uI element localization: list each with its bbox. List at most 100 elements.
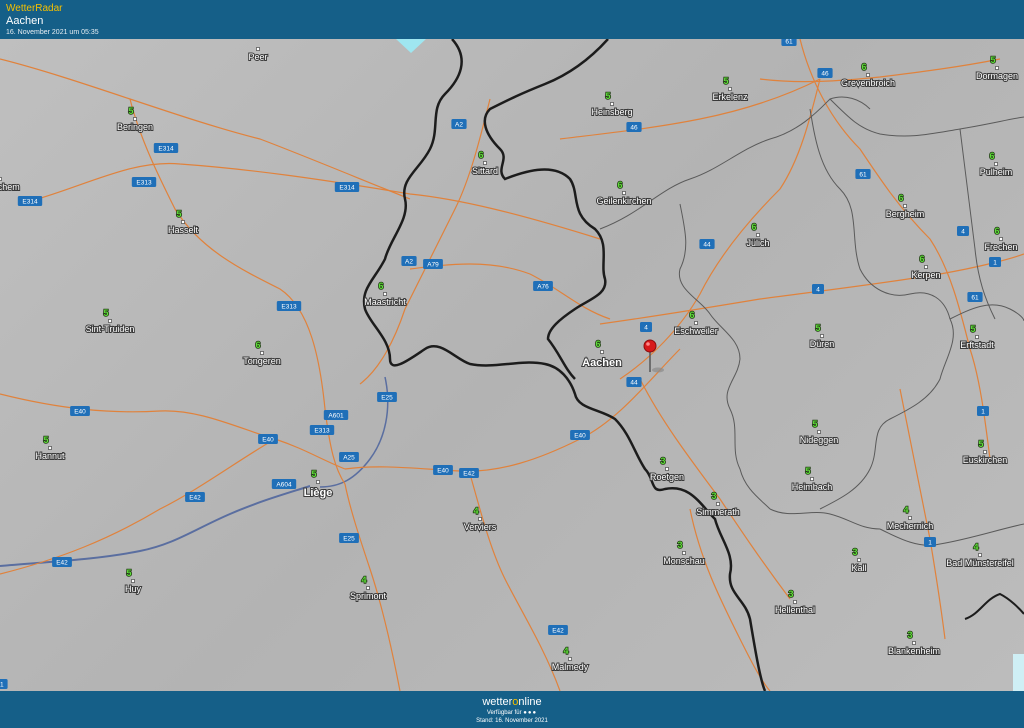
road-label: 46 bbox=[821, 71, 829, 78]
road-badge: E25 bbox=[377, 392, 397, 402]
city-label: Mechernich bbox=[887, 521, 934, 531]
city-dot bbox=[978, 553, 982, 557]
city-marker[interactable]: Maastricht 6 bbox=[363, 280, 407, 308]
city-label: Heinsberg bbox=[591, 107, 632, 117]
city-label: Geilenkirchen bbox=[596, 196, 651, 206]
city-marker[interactable]: Geilenkirchen 6 bbox=[595, 179, 652, 207]
road-label: E40 bbox=[574, 433, 586, 440]
city-dot bbox=[820, 334, 824, 338]
road-label: A76 bbox=[537, 284, 549, 291]
city-marker[interactable]: Sprimont 4 bbox=[349, 574, 388, 602]
city-marker[interactable]: Düren 5 bbox=[809, 322, 836, 350]
rain-value: 6 bbox=[919, 254, 924, 264]
city-dot bbox=[610, 102, 614, 106]
pin-head bbox=[643, 339, 657, 353]
city-marker[interactable]: Aachen 6 bbox=[581, 338, 623, 370]
city-marker[interactable]: Frechen 6 bbox=[983, 225, 1018, 253]
rain-value: 5 bbox=[103, 308, 108, 318]
road-badge: 44 bbox=[699, 239, 715, 249]
road-label: 61 bbox=[971, 295, 979, 302]
city-marker[interactable]: Heimbach 5 bbox=[791, 465, 834, 493]
city-marker[interactable]: Erftstadt 5 bbox=[959, 323, 995, 351]
rain-value: 3 bbox=[711, 491, 716, 501]
city-marker[interactable]: Heinsberg 5 bbox=[590, 90, 633, 118]
city-marker[interactable]: Pulheim 6 bbox=[979, 150, 1014, 178]
city-marker[interactable]: Euskirchen 5 bbox=[962, 438, 1009, 466]
road-badge: 61 bbox=[781, 39, 797, 46]
availability-line: Verfügbar für ●●● bbox=[0, 709, 1024, 717]
city-marker[interactable]: Beringen 5 bbox=[116, 105, 154, 133]
rain-value: 6 bbox=[994, 226, 999, 236]
rain-value: 5 bbox=[815, 323, 820, 333]
city-dot bbox=[793, 600, 797, 604]
city-marker[interactable]: Erkelenz 5 bbox=[711, 75, 749, 103]
city-marker[interactable]: el-Zichem5 bbox=[0, 166, 21, 193]
road-badge: E42 bbox=[459, 468, 479, 478]
rain-value: 4 bbox=[473, 506, 478, 516]
stand-date: Stand: 16. November 2021 bbox=[476, 718, 548, 724]
road-badge: E42 bbox=[52, 557, 72, 567]
rain-value: 4 bbox=[361, 575, 366, 585]
city-marker[interactable]: Dormagen 5 bbox=[975, 54, 1019, 82]
rain-value: 6 bbox=[861, 62, 866, 72]
city-label: Düren bbox=[810, 339, 835, 349]
road-label: 4 bbox=[961, 229, 965, 236]
city-marker[interactable]: Grevenbroich 6 bbox=[840, 61, 896, 89]
rain-value: 5 bbox=[805, 466, 810, 476]
road-badge: 46 bbox=[817, 68, 833, 78]
road-badge: 61 bbox=[0, 679, 8, 689]
city-dot bbox=[181, 220, 185, 224]
city-marker[interactable]: Hannut 5 bbox=[34, 434, 66, 462]
road-badge: E40 bbox=[570, 430, 590, 440]
road-badge: E313 bbox=[276, 301, 302, 311]
road-badge: E314 bbox=[153, 143, 179, 153]
border-nl-de bbox=[483, 39, 609, 380]
radar-map[interactable]: E314 E313 E314 E314 E313 E40 E40 E42 E42 A604 A601… bbox=[0, 39, 1024, 691]
city-marker[interactable]: Sint-Truiden 5 bbox=[85, 307, 136, 335]
city-marker[interactable]: Peer bbox=[247, 47, 269, 63]
city-marker[interactable]: Malmedy 4 bbox=[551, 645, 590, 673]
city-dot bbox=[600, 350, 604, 354]
rain-value: 5 bbox=[605, 91, 610, 101]
rain-value: 3 bbox=[907, 630, 912, 640]
city-marker[interactable]: Jülich 6 bbox=[745, 221, 770, 249]
city-marker[interactable]: Huy 5 bbox=[124, 567, 143, 595]
city-marker[interactable]: Kall 3 bbox=[850, 546, 867, 574]
road-badge: E25 bbox=[339, 533, 359, 543]
city-dot bbox=[133, 117, 137, 121]
road-label: E25 bbox=[343, 536, 355, 543]
city-dot bbox=[131, 579, 135, 583]
rain-value: 6 bbox=[751, 222, 756, 232]
city-dot bbox=[728, 87, 732, 91]
rain-value: 6 bbox=[617, 180, 622, 190]
road-label: E314 bbox=[339, 185, 355, 192]
city-label: Erftstadt bbox=[960, 340, 994, 350]
rain-value: 5 bbox=[311, 469, 316, 479]
city-marker[interactable]: Hellenthal 3 bbox=[774, 588, 816, 616]
city-marker[interactable]: Bad Münstereifel 4 bbox=[945, 541, 1015, 569]
road-badge: A2 bbox=[401, 256, 417, 266]
city-marker[interactable]: Nideggen 5 bbox=[799, 418, 840, 446]
city-marker[interactable]: Bergheim 6 bbox=[885, 192, 926, 220]
city-dot bbox=[975, 335, 979, 339]
city-label: Hellenthal bbox=[775, 605, 815, 615]
rain-value: 6 bbox=[255, 340, 260, 350]
road-label: E42 bbox=[463, 471, 475, 478]
city-marker[interactable]: Roetgen 3 bbox=[649, 455, 685, 483]
road-network bbox=[0, 39, 1024, 691]
city-marker[interactable]: Hasselt 5 bbox=[167, 208, 200, 236]
city-marker[interactable]: Kerpen 6 bbox=[910, 253, 941, 281]
city-dot bbox=[478, 517, 482, 521]
wetteronline-logo[interactable]: wetteronline bbox=[0, 691, 1024, 709]
map-canvas: E314 E313 E314 E314 E313 E40 E40 E42 E42 A604 A601… bbox=[0, 39, 1024, 691]
road-label: A2 bbox=[455, 122, 463, 129]
footer-bar: wetteronline Verfügbar für ●●● Stand: 16… bbox=[0, 691, 1024, 728]
city-dot bbox=[48, 446, 52, 450]
road-badge: E42 bbox=[548, 625, 568, 635]
city-dot bbox=[912, 641, 916, 645]
city-marker[interactable]: Tongeren 6 bbox=[242, 339, 282, 367]
city-dot bbox=[0, 177, 2, 181]
city-label: Kerpen bbox=[911, 270, 940, 280]
city-marker[interactable]: Liège 5 bbox=[303, 468, 334, 500]
city-marker[interactable]: Blankenheim 3 bbox=[887, 629, 941, 657]
